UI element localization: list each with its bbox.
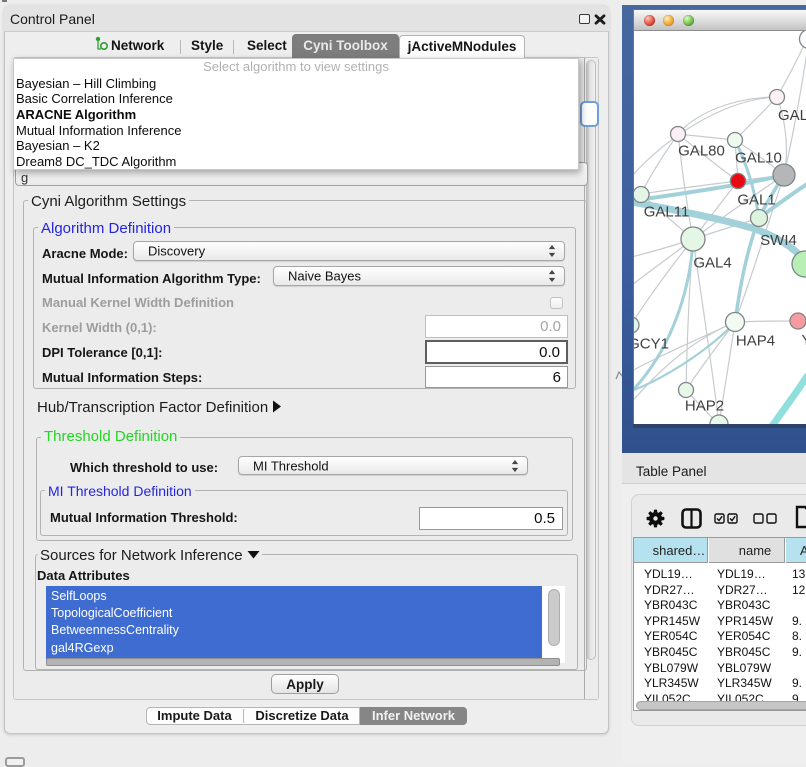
svg-text:GAL4: GAL4 bbox=[693, 255, 731, 272]
svg-text:HAP2: HAP2 bbox=[685, 398, 724, 415]
svg-text:GAL11: GAL11 bbox=[644, 204, 690, 221]
svg-text:GAL80: GAL80 bbox=[678, 143, 725, 160]
svg-text:GAL10: GAL10 bbox=[735, 150, 782, 167]
svg-text:HAP4: HAP4 bbox=[736, 333, 775, 350]
svg-text:GAL1: GAL1 bbox=[737, 192, 775, 209]
svg-text:GAL7: GAL7 bbox=[778, 107, 806, 124]
svg-text:SWI4: SWI4 bbox=[760, 232, 797, 249]
svg-text:GCY1: GCY1 bbox=[634, 336, 669, 353]
svg-text:Y: Y bbox=[802, 332, 806, 349]
